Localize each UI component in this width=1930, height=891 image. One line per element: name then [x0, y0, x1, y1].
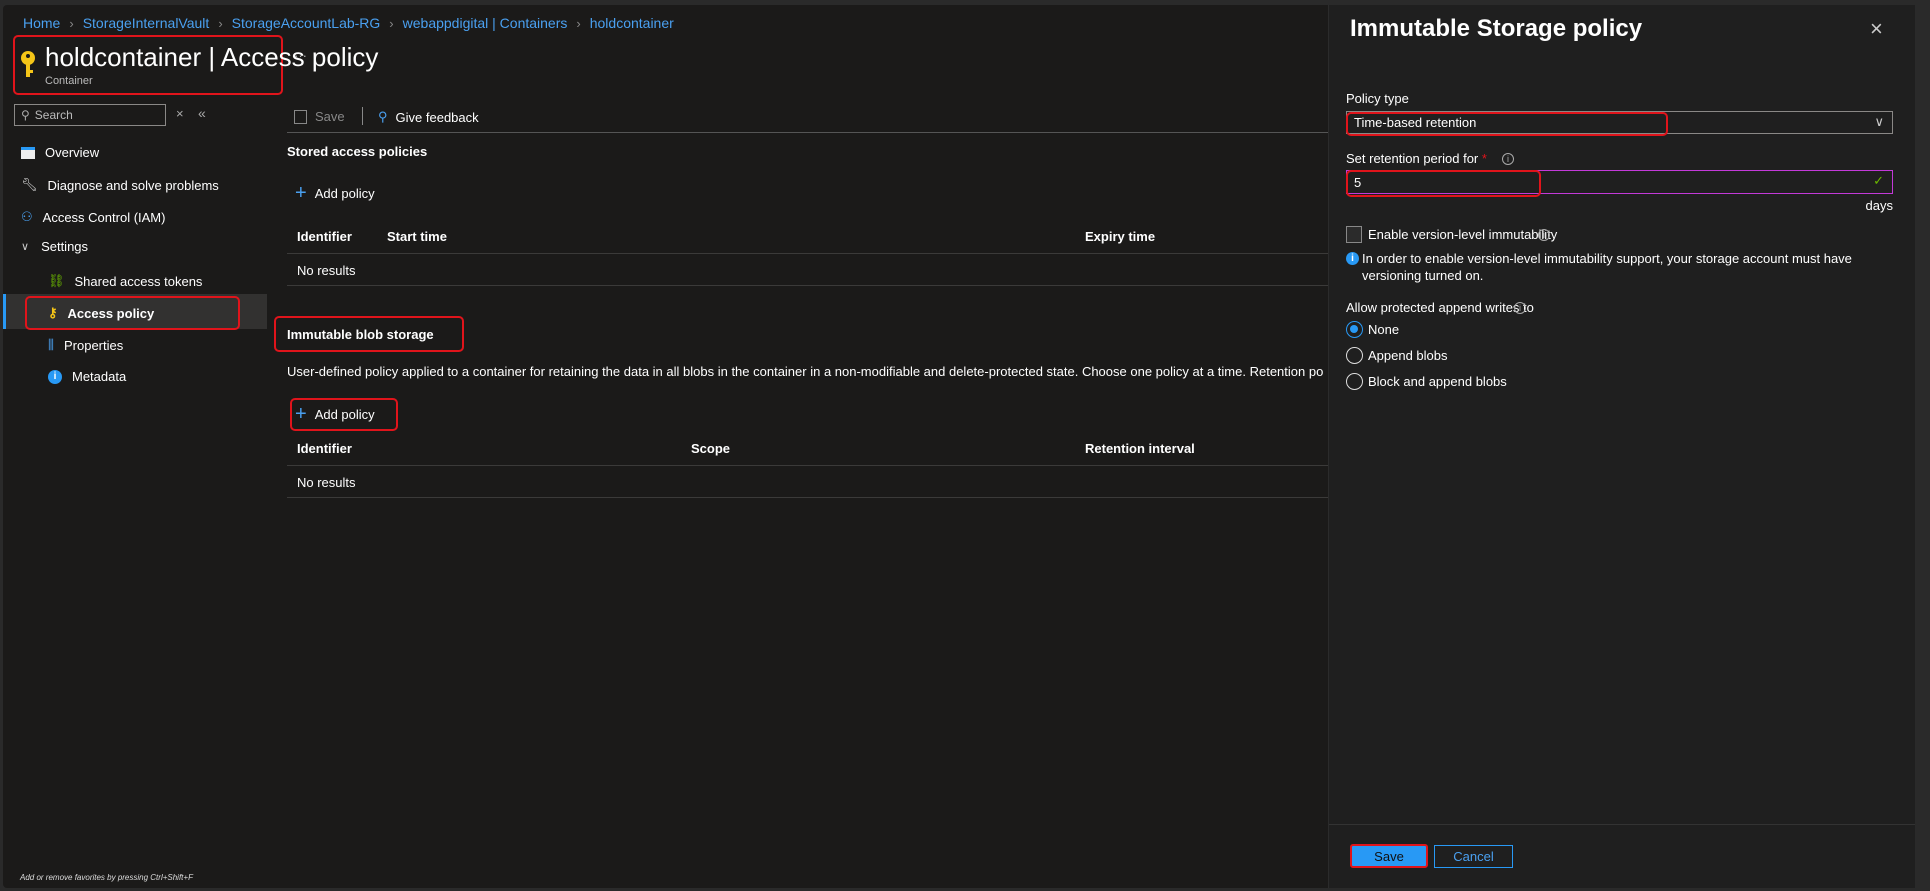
column-header: Scope	[691, 441, 731, 456]
more-options-button[interactable]: ···	[294, 48, 307, 63]
search-placeholder: Search	[34, 108, 73, 122]
column-header: Identifier	[297, 441, 352, 456]
key-icon: ⚷	[48, 305, 58, 320]
breadcrumb: Home › StorageInternalVault › StorageAccou…	[23, 15, 674, 31]
retention-unit: days	[1865, 198, 1893, 213]
breadcrumb-containers[interactable]: webappdigital | Containers	[403, 15, 568, 31]
feedback-icon: ⚲	[378, 109, 388, 124]
radio-block-append-blobs[interactable]: Block and append blobs	[1346, 372, 1546, 392]
properties-icon: ⫼	[48, 337, 54, 352]
people-icon: ⚇	[21, 209, 33, 224]
toolbar-divider	[362, 107, 363, 125]
version-info-text: versioning turned on.	[1362, 268, 1484, 283]
info-icon[interactable]: i	[1514, 302, 1526, 314]
panel-title: Immutable Storage policy	[1350, 15, 1643, 42]
close-icon[interactable]: ×	[1870, 16, 1883, 42]
checkmark-icon: ✓	[1873, 173, 1884, 188]
wrench-icon: 🔧︎	[21, 177, 38, 192]
breadcrumb-home[interactable]: Home	[23, 15, 60, 31]
chevron-right-icon: ›	[389, 15, 394, 31]
sidebar-item-shared-access-tokens[interactable]: ⛓ Shared access tokens	[48, 273, 202, 289]
clear-search-button[interactable]: ×	[176, 106, 184, 121]
version-info-text: In order to enable version-level immutab…	[1362, 251, 1852, 266]
divider	[287, 465, 1330, 466]
radio-button	[1346, 321, 1363, 338]
key-icon	[21, 51, 35, 77]
plus-icon: +	[295, 182, 307, 204]
search-icon: ⚲	[21, 108, 30, 122]
sidebar-item-overview[interactable]: Overview	[21, 145, 99, 160]
save-icon	[294, 109, 307, 124]
sidebar-group-settings[interactable]: ∨ Settings	[21, 239, 88, 254]
page-subtitle: Container	[45, 75, 93, 87]
plus-icon: +	[295, 403, 307, 425]
search-input[interactable]: ⚲ Search	[14, 104, 166, 126]
chevron-right-icon: ›	[218, 15, 223, 31]
required-marker: *	[1481, 151, 1487, 166]
chevron-down-icon: ∨	[1874, 114, 1884, 129]
retention-label: Set retention period for *	[1346, 151, 1487, 166]
highlight-box	[1346, 112, 1668, 136]
policy-type-label: Policy type	[1346, 91, 1409, 106]
version-immutability-checkbox[interactable]	[1346, 226, 1362, 243]
chevron-down-icon: ∨	[21, 241, 30, 253]
add-immutable-policy-button[interactable]: + Add policy	[295, 403, 375, 426]
empty-message: No results	[297, 475, 356, 490]
divider	[287, 253, 1330, 254]
column-header: Identifier	[297, 229, 352, 244]
collapse-sidebar-button[interactable]: «	[198, 105, 206, 121]
divider	[287, 497, 1330, 498]
sidebar-item-properties[interactable]: ⫼ Properties	[48, 337, 123, 353]
save-toolbar-button[interactable]: Save	[294, 109, 345, 124]
append-writes-label: Allow protected append writes to	[1346, 300, 1534, 315]
chevron-right-icon: ›	[576, 15, 581, 31]
section-title: Stored access policies	[287, 144, 428, 159]
breadcrumb-vault[interactable]: StorageInternalVault	[83, 15, 210, 31]
link-icon: ⛓	[48, 273, 65, 288]
info-icon: i	[1346, 252, 1359, 265]
panel-cancel-button[interactable]: Cancel	[1434, 845, 1513, 868]
radio-append-blobs[interactable]: Append blobs	[1346, 346, 1546, 366]
divider	[287, 132, 1330, 133]
highlight-box	[1346, 170, 1541, 197]
overview-icon	[21, 146, 35, 159]
immutable-policy-panel	[1328, 5, 1915, 888]
sidebar-item-metadata[interactable]: i Metadata	[48, 369, 126, 384]
radio-none[interactable]: None	[1346, 320, 1546, 340]
sidebar-item-diagnose[interactable]: 🔧︎ Diagnose and solve problems	[21, 177, 219, 193]
breadcrumb-holdcontainer[interactable]: holdcontainer	[590, 15, 674, 31]
sidebar-item-iam[interactable]: ⚇ Access Control (IAM)	[21, 209, 165, 225]
info-icon[interactable]: i	[1502, 153, 1514, 165]
panel-save-button[interactable]: Save	[1350, 844, 1428, 868]
add-stored-policy-button[interactable]: + Add policy	[295, 182, 375, 205]
radio-button	[1346, 347, 1363, 364]
radio-button	[1346, 373, 1363, 390]
info-icon: i	[48, 369, 62, 384]
empty-message: No results	[297, 263, 356, 278]
section-title: Immutable blob storage	[287, 327, 434, 342]
page-title: holdcontainer | Access policy	[45, 42, 379, 72]
info-icon[interactable]: i	[1538, 229, 1550, 241]
version-immutability-label: Enable version-level immutability	[1368, 227, 1558, 242]
sidebar-item-access-policy[interactable]: ⚷ Access policy	[48, 305, 154, 321]
breadcrumb-rg[interactable]: StorageAccountLab-RG	[232, 15, 381, 31]
section-description: User-defined policy applied to a contain…	[287, 364, 1324, 379]
give-feedback-button[interactable]: ⚲ Give feedback	[378, 109, 479, 125]
chevron-right-icon: ›	[69, 15, 74, 31]
divider	[1329, 824, 1915, 825]
column-header: Start time	[387, 229, 447, 244]
column-header: Expiry time	[1085, 229, 1156, 244]
divider	[287, 285, 1330, 286]
favorites-hint: Add or remove favorites by pressing Ctrl…	[20, 873, 193, 882]
column-header: Retention interval	[1085, 441, 1195, 456]
